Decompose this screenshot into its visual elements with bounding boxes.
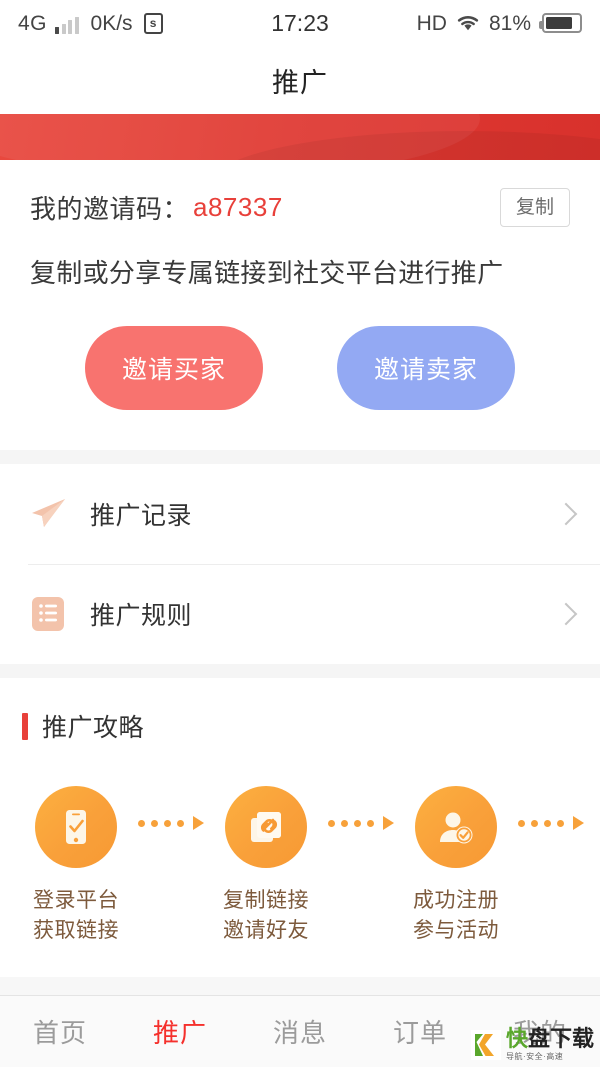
copy-link-icon: [225, 786, 307, 868]
menu-item-promotion-records[interactable]: 推广记录: [0, 464, 600, 564]
section-gap-2: [0, 664, 600, 678]
guide-title: 推广攻略: [42, 714, 145, 742]
menu-list: 推广记录 推广规则: [0, 464, 600, 664]
guide-step-text: 复制链接 邀请好友: [223, 886, 309, 947]
chevron-right-icon: [554, 602, 578, 626]
guide-step-text: 登录平台 获取链接: [33, 886, 119, 947]
arrow-dots: [138, 816, 204, 830]
copy-button[interactable]: 复制: [499, 188, 570, 227]
guide-step-3: 成功注册 参与活动: [394, 786, 518, 947]
chevron-right-icon: [554, 502, 578, 526]
promo-banner: [0, 114, 600, 160]
network-speed-label: 0K/s: [90, 11, 133, 35]
page-title: 推广: [272, 67, 328, 98]
tab-home[interactable]: 首页: [0, 1013, 120, 1050]
watermark-brand-green: 快: [505, 1026, 528, 1051]
bottom-spacer: [0, 976, 600, 995]
invite-subtitle: 复制或分享专属链接到社交平台进行推广: [30, 258, 504, 288]
menu-item-label: 推广记录: [90, 502, 193, 530]
s-badge-icon: s: [143, 12, 163, 34]
guide-step-2: 复制链接 邀请好友: [204, 786, 328, 947]
arrow-dots: [328, 816, 394, 830]
watermark-brand-black: 盘下载: [527, 1026, 594, 1051]
step-arrow-1: [138, 786, 204, 830]
guide-step-1: 登录平台 获取链接: [14, 786, 138, 947]
watermark-logo: 快盘下载 导航·安全·高速: [470, 1028, 594, 1061]
invite-seller-button[interactable]: 邀请卖家: [337, 326, 515, 410]
app-screen: 4G 0K/s s 17:23 HD 81% 推广 我的邀请码： a87337 …: [0, 0, 600, 1067]
section-gap-1: [0, 450, 600, 464]
signal-strength-icon: [55, 16, 79, 34]
tab-orders[interactable]: 订单: [360, 1013, 480, 1050]
menu-item-promotion-rules[interactable]: 推广规则: [0, 564, 600, 664]
guide-step-line1: 成功注册: [413, 889, 499, 912]
guide-step-line2: 获取链接: [33, 919, 119, 943]
status-bar-left: 4G 0K/s s: [18, 11, 163, 35]
bottom-tab-bar: 首页 推广 消息 订单 我的 快盘下载 导航·安全·高速: [0, 995, 600, 1067]
step-arrow-3: [518, 786, 584, 830]
watermark-brand: 快盘下载: [506, 1028, 594, 1050]
paper-plane-icon: [28, 494, 68, 534]
guide-header: 推广攻略: [0, 678, 600, 744]
invite-code-label: 我的邀请码：: [30, 194, 190, 224]
list-document-icon: [28, 594, 68, 634]
guide-steps: 登录平台 获取链接 复制链接 邀请好友 成功注册 参与活动: [0, 744, 600, 947]
status-bar: 4G 0K/s s 17:23 HD 81%: [0, 0, 600, 46]
wifi-icon: [456, 14, 480, 32]
guide-step-4: ¥ 获得奖励 现金奖励: [584, 786, 600, 947]
promotion-guide-section: 推广攻略 登录平台 获取链接 复制链接 邀请好友 成功注册 参与活动: [0, 678, 600, 977]
user-check-icon: [415, 786, 497, 868]
hd-voice-label: HD: [416, 11, 447, 35]
arrow-dots: [518, 816, 584, 830]
k-logo-icon: [470, 1029, 501, 1060]
battery-percent-label: 81%: [488, 11, 531, 35]
menu-item-label: 推广规则: [90, 602, 193, 630]
tab-promotion[interactable]: 推广: [120, 1013, 240, 1050]
invite-buyer-button[interactable]: 邀请买家: [85, 326, 263, 410]
guide-step-line2: 邀请好友: [223, 919, 309, 943]
invite-card: 我的邀请码： a87337 复制 复制或分享专属链接到社交平台进行推广 邀请买家…: [0, 160, 600, 450]
status-bar-right: HD 81%: [417, 13, 582, 34]
invite-code-row: 我的邀请码： a87337 复制: [0, 160, 600, 227]
phone-check-icon: [35, 786, 117, 868]
title-bar: 推广: [0, 46, 600, 114]
watermark-tagline: 导航·安全·高速: [505, 1052, 564, 1061]
guide-step-line1: 复制链接: [223, 889, 309, 912]
network-type-label: 4G: [18, 11, 48, 35]
section-accent-bar: [22, 712, 28, 740]
guide-step-line2: 参与活动: [413, 919, 499, 943]
watermark-text: 快盘下载 导航·安全·高速: [506, 1028, 594, 1061]
battery-icon: [539, 13, 582, 33]
guide-step-line1: 登录平台: [33, 889, 119, 912]
guide-step-text: 成功注册 参与活动: [413, 886, 499, 947]
tab-messages[interactable]: 消息: [240, 1013, 360, 1050]
step-arrow-2: [328, 786, 394, 830]
invite-code-value: a87337: [193, 192, 283, 222]
invite-actions: 邀请买家 邀请卖家: [0, 290, 600, 450]
